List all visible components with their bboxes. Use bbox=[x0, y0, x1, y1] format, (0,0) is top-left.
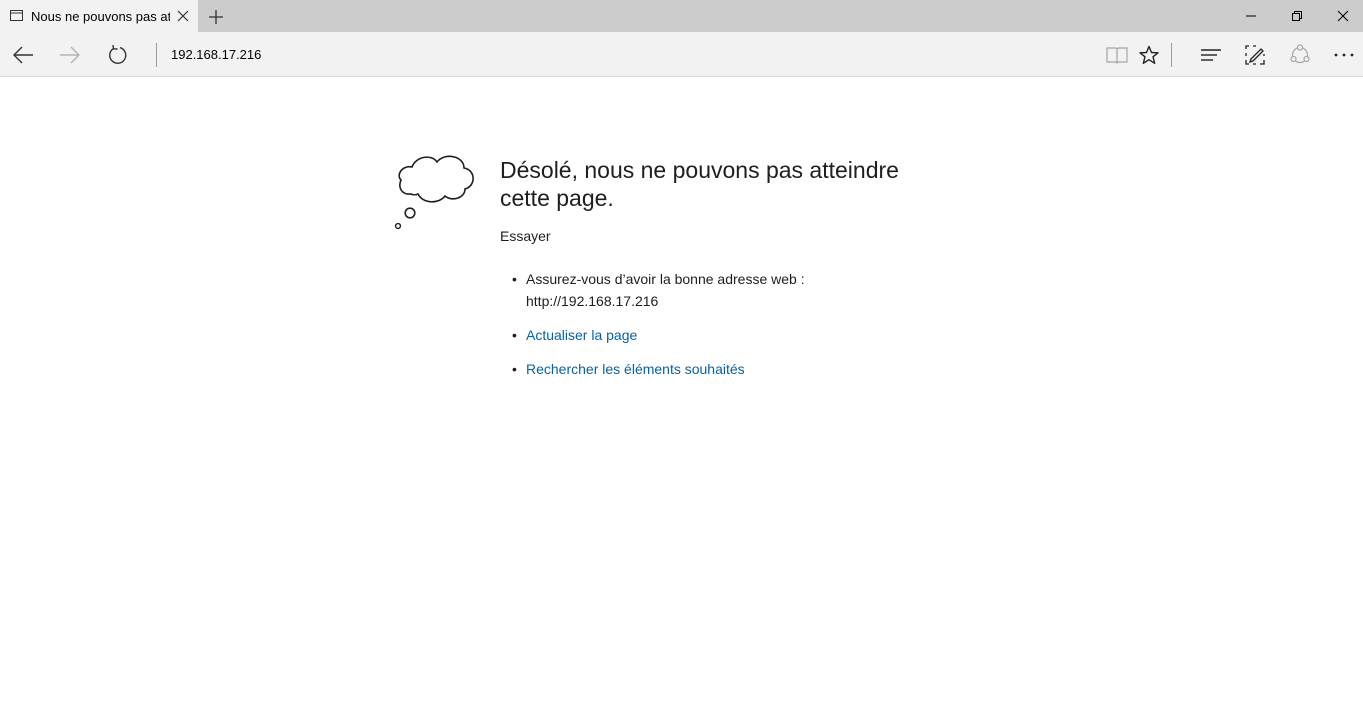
web-note-button[interactable] bbox=[1241, 41, 1269, 69]
tab-title: Nous ne pouvons pas at bbox=[31, 9, 170, 24]
page-icon bbox=[10, 10, 23, 21]
more-button[interactable] bbox=[1330, 41, 1358, 69]
restore-button[interactable] bbox=[1274, 0, 1320, 32]
refresh-icon bbox=[109, 44, 127, 64]
back-arrow-icon bbox=[13, 46, 33, 64]
refresh-page-link[interactable]: Actualiser la page bbox=[526, 327, 637, 343]
error-title: Désolé, nous ne pouvons pas atteindre ce… bbox=[500, 157, 899, 211]
minimize-button[interactable] bbox=[1228, 0, 1274, 32]
navigation-toolbar bbox=[0, 32, 1363, 77]
back-button[interactable] bbox=[9, 41, 37, 69]
search-link[interactable]: Rechercher les éléments souhaités bbox=[526, 361, 745, 377]
share-button[interactable] bbox=[1286, 41, 1314, 69]
suggestion-refresh: Actualiser la page bbox=[512, 324, 932, 346]
tab-strip: Nous ne pouvons pas at bbox=[0, 0, 1363, 32]
active-tab[interactable]: Nous ne pouvons pas at bbox=[0, 0, 198, 32]
address-separator bbox=[156, 43, 157, 67]
toolbar-separator bbox=[1171, 43, 1172, 67]
reading-view-button[interactable] bbox=[1103, 41, 1131, 69]
close-window-button[interactable] bbox=[1320, 0, 1363, 32]
try-label: Essayer bbox=[500, 228, 551, 244]
web-note-icon bbox=[1245, 45, 1265, 65]
suggestion-address-url: http://192.168.17.216 bbox=[526, 293, 659, 309]
reading-view-icon bbox=[1106, 47, 1128, 64]
suggestion-address-text: Assurez-vous d’avoir la bonne adresse we… bbox=[526, 271, 805, 287]
suggestion-list: Assurez-vous d’avoir la bonne adresse we… bbox=[512, 268, 932, 392]
share-icon bbox=[1290, 44, 1310, 64]
close-icon bbox=[1337, 10, 1349, 22]
suggestion-check-address: Assurez-vous d’avoir la bonne adresse we… bbox=[512, 268, 932, 312]
hub-button[interactable] bbox=[1197, 41, 1225, 69]
suggestion-search: Rechercher les éléments souhaités bbox=[512, 358, 932, 380]
hub-icon bbox=[1201, 49, 1221, 61]
favorite-star-icon bbox=[1139, 45, 1159, 64]
forward-arrow-icon bbox=[60, 46, 80, 64]
minimize-icon bbox=[1246, 15, 1256, 17]
thought-cloud-icon bbox=[394, 155, 474, 230]
new-tab-plus-icon[interactable] bbox=[207, 8, 225, 26]
close-tab-icon[interactable] bbox=[176, 9, 190, 23]
forward-button[interactable] bbox=[56, 41, 84, 69]
more-icon bbox=[1334, 53, 1354, 57]
refresh-button[interactable] bbox=[104, 41, 132, 69]
restore-icon bbox=[1292, 11, 1302, 21]
address-bar[interactable] bbox=[171, 47, 1071, 62]
add-to-favorites-button[interactable] bbox=[1135, 41, 1163, 69]
